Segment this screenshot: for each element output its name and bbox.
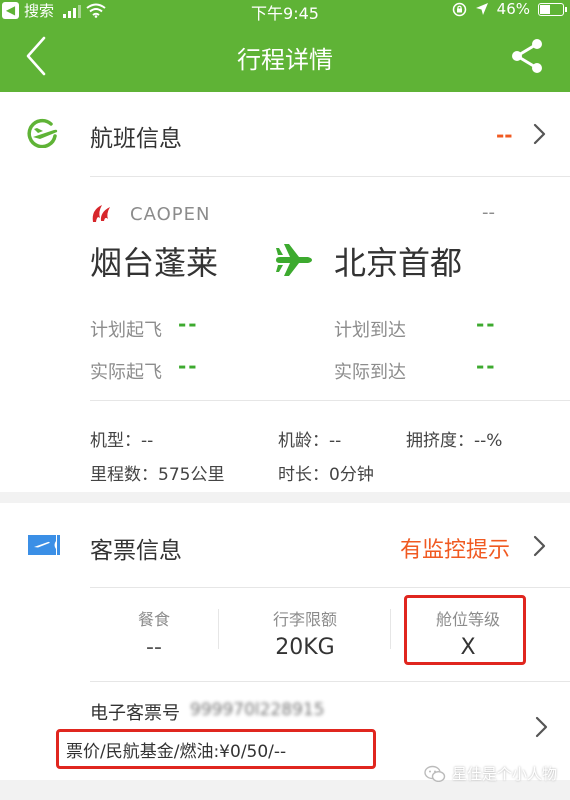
flight-info-card: 航班信息 -- CAOPEN -- 烟台蓬莱 北京首都 计划起飞 -- 计划到达… <box>0 92 570 492</box>
eticket-number: 999970l228915 <box>190 700 325 720</box>
ticket-section-title: 客票信息 <box>90 538 182 564</box>
rotation-lock-icon <box>452 2 466 16</box>
actual-arrival-label: 实际到达 <box>334 362 406 383</box>
actual-takeoff-value: -- <box>178 354 199 378</box>
status-bar: ◀ 搜索 下午9:45 46% <box>0 0 570 23</box>
page-title: 行程详情 <box>237 46 333 74</box>
annotation-box-price <box>56 729 376 769</box>
departure-city: 烟台蓬莱 <box>90 244 219 282</box>
chevron-right-icon[interactable] <box>532 534 548 558</box>
duration: 时长：0分钟 <box>278 465 374 485</box>
battery-icon <box>538 2 567 16</box>
battery-percent: 46% <box>496 0 530 18</box>
baggage-label-text: 行李限额 <box>272 610 337 629</box>
aircraft-age: 机龄：-- <box>278 431 342 451</box>
divider-vertical <box>218 609 219 649</box>
monitor-alert-link[interactable]: 有监控提示 <box>400 532 510 564</box>
chevron-right-icon[interactable] <box>534 715 550 739</box>
aircraft-type: 机型：-- <box>90 431 154 451</box>
arrival-city: 北京首都 <box>334 244 463 282</box>
planned-arrival-value: -- <box>476 312 497 336</box>
location-icon <box>475 3 488 15</box>
airline-name: CAOPEN <box>130 204 211 225</box>
planned-takeoff-label: 计划起飞 <box>90 320 162 341</box>
meal-value-text: -- <box>146 635 162 660</box>
meal-label-text: 餐食 <box>137 610 170 629</box>
divider-vertical <box>390 609 391 649</box>
actual-takeoff-label: 实际起飞 <box>90 362 162 383</box>
divider <box>90 176 570 177</box>
planned-arrival-label: 计划到达 <box>334 320 406 341</box>
planned-takeoff-value: -- <box>178 312 199 336</box>
flight-takeoff-icon <box>27 118 58 148</box>
annotation-box-cabin <box>404 595 526 665</box>
divider <box>90 681 570 682</box>
eticket-label: 电子客票号 <box>90 703 180 724</box>
air-china-logo-icon <box>92 205 110 222</box>
flight-number: -- <box>482 202 495 223</box>
wechat-icon <box>424 765 446 782</box>
mileage: 里程数：575公里 <box>90 465 225 485</box>
status-right: 46% <box>452 0 567 18</box>
divider <box>90 400 570 401</box>
divider <box>90 587 570 588</box>
flight-section-title: 航班信息 <box>90 126 182 152</box>
ticket-icon <box>28 535 60 555</box>
actual-arrival-value: -- <box>476 354 497 378</box>
baggage-value-text: 20KG <box>275 635 335 660</box>
watermark-text: 星佳是个小人物 <box>452 765 558 783</box>
watermark: 星佳是个小人物 <box>424 763 557 784</box>
share-icon[interactable] <box>508 38 546 74</box>
flight-status[interactable]: -- <box>496 123 513 147</box>
ticket-info-card: 客票信息 有监控提示 餐食 -- 行李限额 20KG 舱位等级 X 电子客票号 … <box>0 503 570 780</box>
app-header: ◀ 搜索 下午9:45 46% 行程详情 <box>0 0 570 92</box>
chevron-right-icon[interactable] <box>532 122 548 146</box>
crowdedness: 拥挤度：--% <box>406 431 503 451</box>
airplane-icon <box>276 244 312 276</box>
